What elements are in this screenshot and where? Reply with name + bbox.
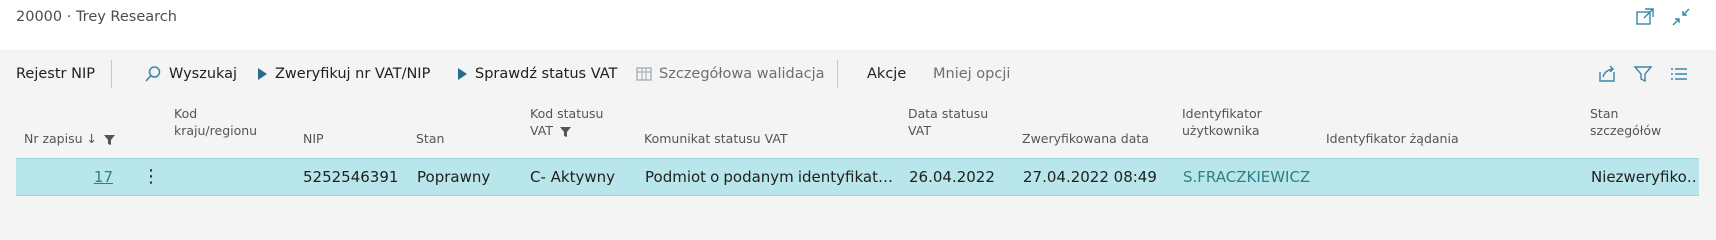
column-header-country-code[interactable]: Kod kraju/regionu: [174, 105, 257, 139]
column-header-user-id[interactable]: Identyfikator użytkownika: [1182, 105, 1262, 139]
actions-menu-button[interactable]: Akcje: [867, 56, 906, 92]
column-label: VAT: [530, 123, 553, 138]
verify-vat-button[interactable]: Zweryfikuj nr VAT/NIP: [256, 56, 430, 92]
filter-icon: [559, 126, 571, 137]
detailed-validation-button[interactable]: Szczegółowa walidacja: [636, 56, 825, 92]
separator: [111, 60, 112, 88]
search-label: Wyszukaj: [169, 66, 238, 82]
user-id-link[interactable]: S.FRACZKIEWICZ: [1183, 159, 1323, 195]
column-label: Data statusu: [908, 106, 989, 121]
column-header-vat-status-message[interactable]: Komunikat statusu VAT: [644, 130, 788, 147]
action-bar: Rejestr NIP Wyszukaj Zweryfikuj nr VAT/N…: [0, 56, 1716, 92]
check-vat-status-button[interactable]: Sprawdź status VAT: [456, 56, 617, 92]
page-title: 20000 · Trey Research: [16, 9, 177, 25]
details-status-cell: Niezweryfiko…: [1591, 168, 1696, 186]
column-header-vat-status-code[interactable]: Kod statusu VAT: [530, 105, 603, 139]
column-label: Stan: [1590, 106, 1619, 121]
verify-vat-label: Zweryfikuj nr VAT/NIP: [275, 66, 431, 82]
table-icon: [636, 67, 652, 81]
column-header-verified-date[interactable]: Zweryfikowana data: [1022, 130, 1149, 147]
list-view-icon[interactable]: [1668, 63, 1690, 85]
row-menu-icon[interactable]: ⋮: [142, 159, 158, 195]
column-label: Nr zapisu: [24, 131, 83, 146]
check-vat-status-label: Sprawdź status VAT: [475, 66, 618, 82]
verified-date-cell: 27.04.2022 08:49: [1023, 168, 1157, 186]
vat-status-message-cell: Podmiot o podanym identyfikat…: [645, 159, 893, 195]
column-header-request-id[interactable]: Identyfikator żądania: [1326, 130, 1459, 147]
table-row[interactable]: 17 ⋮ 5252546391 Poprawny C- Aktywny Podm…: [16, 158, 1699, 196]
message-word: o: [710, 168, 720, 186]
filter-icon: [103, 134, 115, 145]
column-label: kraju/regionu: [174, 123, 258, 138]
message-word: podanym: [723, 168, 794, 186]
search-button[interactable]: Wyszukaj: [144, 56, 237, 92]
sort-down-icon: ↓: [86, 131, 97, 146]
entry-no-link[interactable]: 17: [36, 159, 113, 195]
message-word: Podmiot: [645, 168, 707, 186]
column-label: Identyfikator: [1182, 106, 1262, 121]
column-header-status[interactable]: Stan: [416, 130, 444, 147]
column-header-details-status[interactable]: Stan szczegółów: [1590, 105, 1661, 139]
column-label: szczegółów: [1590, 123, 1662, 138]
column-label: VAT: [908, 123, 931, 138]
detailed-validation-label: Szczegółowa walidacja: [659, 66, 825, 82]
filter-icon[interactable]: [1632, 63, 1654, 85]
column-label: użytkownika: [1182, 123, 1260, 138]
search-icon: [145, 66, 161, 82]
play-icon: [458, 68, 467, 80]
page-header: 20000 · Trey Research: [0, 0, 1716, 50]
less-options-button[interactable]: Mniej opcji: [933, 56, 1010, 92]
separator: [837, 60, 838, 88]
message-word: identyfikat…: [797, 168, 893, 186]
open-new-window-icon[interactable]: [1634, 6, 1656, 28]
column-header-vat-status-date[interactable]: Data statusu VAT: [908, 105, 988, 139]
column-header-entry-no[interactable]: Nr zapisu ↓: [24, 130, 116, 147]
vat-status-code-cell: C- Aktywny: [530, 168, 616, 186]
share-icon[interactable]: [1596, 63, 1618, 85]
column-header-nip[interactable]: NIP: [303, 130, 324, 147]
collapse-icon[interactable]: [1670, 6, 1692, 28]
vat-status-date-cell: 26.04.2022: [909, 168, 995, 186]
page-name-label[interactable]: Rejestr NIP: [16, 56, 95, 92]
column-label: Kod: [174, 106, 198, 121]
nip-cell: 5252546391: [303, 168, 399, 186]
play-icon: [258, 68, 267, 80]
column-label: Kod statusu: [530, 106, 604, 121]
status-cell: Poprawny: [417, 168, 491, 186]
